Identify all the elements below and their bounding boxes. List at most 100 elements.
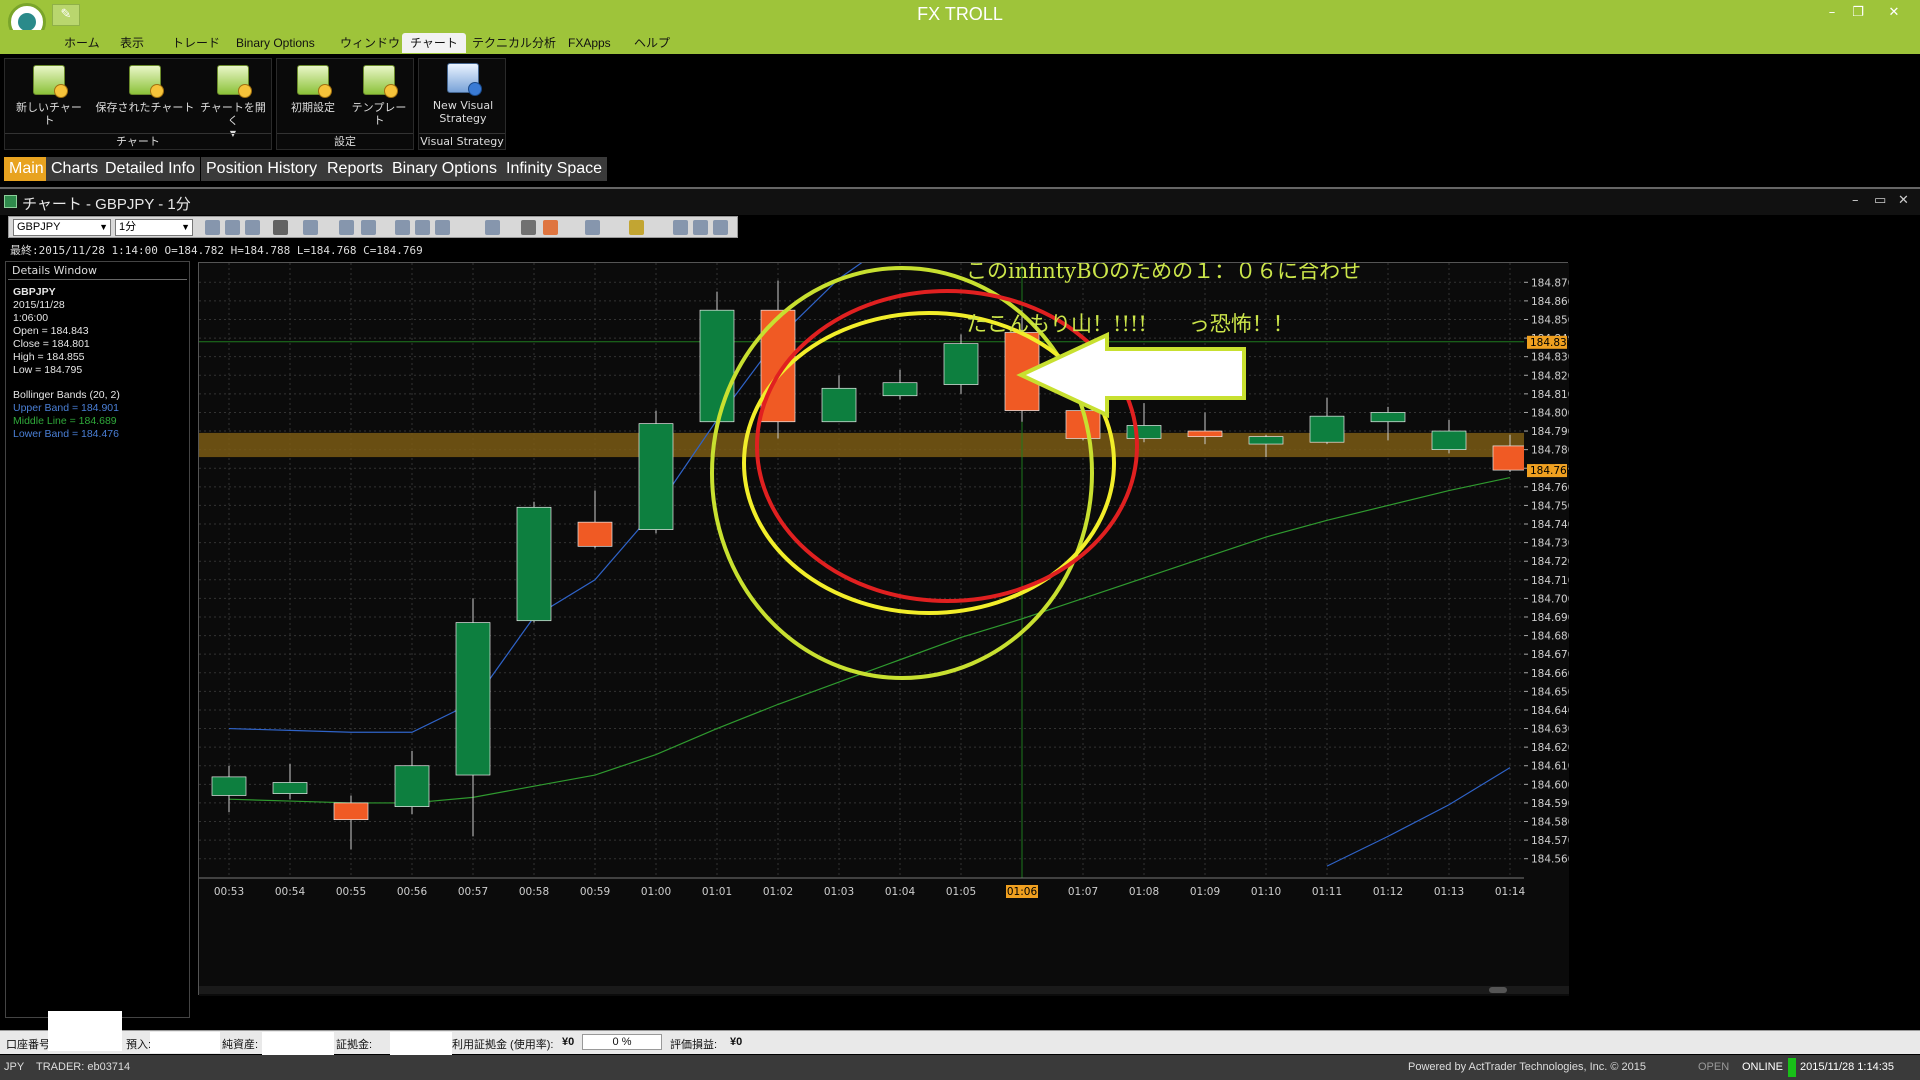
- candle[interactable]: [821, 375, 857, 423]
- initial-settings-button[interactable]: 初期設定: [281, 65, 345, 114]
- candle[interactable]: [1309, 397, 1345, 445]
- y-tick-label: 184.720: [1531, 556, 1569, 568]
- line-tool-icon[interactable]: [485, 220, 500, 235]
- y-tick-label: 184.600: [1531, 779, 1569, 791]
- x-tick-label: 01:14: [1495, 886, 1526, 898]
- tab-main[interactable]: Main: [4, 157, 49, 181]
- used-margin-label: 利用証拠金 (使用率):: [452, 1039, 554, 1051]
- candle-body: [1187, 430, 1223, 437]
- used-margin-percent-bar: 0 %: [582, 1034, 662, 1050]
- candle[interactable]: [1431, 419, 1467, 454]
- timeframe-select[interactable]: 1分 ▼: [115, 219, 193, 236]
- menu-trade[interactable]: トレード: [164, 33, 228, 53]
- candle[interactable]: [211, 765, 247, 813]
- menu-view[interactable]: 表示: [112, 33, 152, 53]
- chart-close-button[interactable]: ✕: [1898, 193, 1909, 208]
- ribbon-group-settings: 初期設定 テンプレート 設定: [276, 58, 414, 150]
- annotation-text-1: このinfintyBOのための１：０６に合わせ: [966, 263, 1361, 283]
- menu-technical-analysis[interactable]: テクニカル分析: [464, 33, 564, 53]
- symbol-select[interactable]: GBPJPY ▼: [13, 219, 111, 236]
- candle-body: [577, 521, 613, 547]
- y-tick-label: 184.670: [1531, 649, 1569, 661]
- tab-position-history[interactable]: Position History: [201, 157, 323, 181]
- tab-binary-options[interactable]: Binary Options: [387, 157, 502, 181]
- minimize-button[interactable]: –: [1822, 3, 1842, 23]
- x-tick-label: 01:11: [1312, 886, 1342, 898]
- menu-home[interactable]: ホーム: [56, 33, 108, 53]
- details-open: Open = 184.843: [13, 325, 89, 337]
- objects-icon[interactable]: [361, 220, 376, 235]
- candle[interactable]: [882, 369, 918, 400]
- chart-maximize-button[interactable]: ▭: [1874, 193, 1886, 208]
- candle[interactable]: [699, 291, 735, 424]
- candle[interactable]: [394, 750, 430, 815]
- zoom-fit-icon[interactable]: [245, 220, 260, 235]
- candle-type-icon[interactable]: [629, 220, 644, 235]
- details-low: Low = 184.795: [13, 364, 83, 376]
- candle[interactable]: [577, 490, 613, 549]
- menu-window[interactable]: ウィンドウ: [332, 33, 408, 53]
- save-icon[interactable]: [435, 220, 450, 235]
- tab-charts[interactable]: Charts: [46, 157, 104, 181]
- y-tick-label: 184.650: [1531, 686, 1569, 698]
- crosshair-icon[interactable]: [303, 220, 318, 235]
- saved-chart-button[interactable]: 保存されたチャート: [95, 65, 195, 114]
- tab-infinity-space[interactable]: Infinity Space: [501, 157, 608, 181]
- layout-icon[interactable]: [693, 220, 708, 235]
- candle[interactable]: [638, 410, 674, 534]
- menu-binary-options[interactable]: Binary Options: [228, 33, 323, 53]
- menu-fxapps[interactable]: FXApps: [560, 33, 619, 53]
- candle-body: [943, 343, 979, 385]
- online-indicator: ONLINE: [1742, 1061, 1783, 1073]
- zoom-out-icon[interactable]: [225, 220, 240, 235]
- tools-icon[interactable]: ✎: [52, 4, 80, 26]
- zoom-in-icon[interactable]: [205, 220, 220, 235]
- chart-minimize-button[interactable]: –: [1852, 193, 1859, 208]
- restore-button[interactable]: ❐: [1848, 3, 1868, 23]
- indicator-icon[interactable]: [339, 220, 354, 235]
- copy-icon[interactable]: [415, 220, 430, 235]
- y-tick-label: 184.860: [1531, 296, 1569, 308]
- candle-body: [699, 309, 735, 423]
- candle[interactable]: [516, 501, 552, 623]
- lower-band-line: [1326, 767, 1511, 867]
- print-icon[interactable]: [395, 220, 410, 235]
- tab-detailed-info[interactable]: Detailed Info: [100, 157, 200, 181]
- y-tick-label: 184.820: [1531, 370, 1569, 382]
- wave-tool-icon[interactable]: [585, 220, 600, 235]
- template-button[interactable]: テンプレート: [347, 65, 411, 127]
- y-tick-label: 184.740: [1531, 519, 1569, 531]
- chart-scrollbar-thumb[interactable]: [1489, 987, 1507, 993]
- candle-body: [1248, 436, 1284, 445]
- trend-tool-icon[interactable]: [521, 220, 536, 235]
- candle-body: [882, 382, 918, 397]
- candle[interactable]: [333, 795, 369, 850]
- candle[interactable]: [272, 763, 308, 800]
- candlestick-chart[interactable]: 184.870184.860184.850184.840184.830184.8…: [199, 263, 1569, 996]
- details-symbol: GBPJPY: [13, 286, 56, 298]
- x-tick-label: 01:01: [702, 886, 732, 898]
- chart-scrollbar[interactable]: [199, 986, 1569, 994]
- cursor-icon[interactable]: [273, 220, 288, 235]
- y-tick-label: 184.810: [1531, 389, 1569, 401]
- fibonacci-icon[interactable]: [543, 220, 558, 235]
- details-header: Details Window: [8, 262, 187, 280]
- close-button[interactable]: ✕: [1874, 3, 1914, 23]
- chevron-down-icon: ▼: [181, 222, 190, 232]
- chart-plot-area[interactable]: 184.870184.860184.850184.840184.830184.8…: [198, 262, 1569, 996]
- candle[interactable]: [943, 334, 979, 394]
- details-window: Details Window GBPJPY 2015/11/28 1:06:00…: [5, 261, 190, 1018]
- y-tick-label: 184.560: [1531, 854, 1569, 866]
- window-icon[interactable]: [673, 220, 688, 235]
- chart-info-line: 最終:2015/11/28 1:14:00 O=184.782 H=184.78…: [10, 244, 423, 257]
- tab-reports[interactable]: Reports: [322, 157, 389, 181]
- open-chart-button[interactable]: チャートを開く ▼: [197, 65, 269, 140]
- new-visual-strategy-button[interactable]: New Visual Strategy: [423, 63, 503, 125]
- candle[interactable]: [455, 598, 491, 837]
- y-tick-label: 184.870: [1531, 277, 1569, 289]
- new-chart-button[interactable]: 新しいチャート: [11, 65, 87, 127]
- pnl-label: 評価損益:: [670, 1039, 718, 1051]
- tools-icon[interactable]: [713, 220, 728, 235]
- menu-help[interactable]: ヘルプ: [626, 33, 678, 53]
- menu-chart[interactable]: チャート: [402, 33, 466, 53]
